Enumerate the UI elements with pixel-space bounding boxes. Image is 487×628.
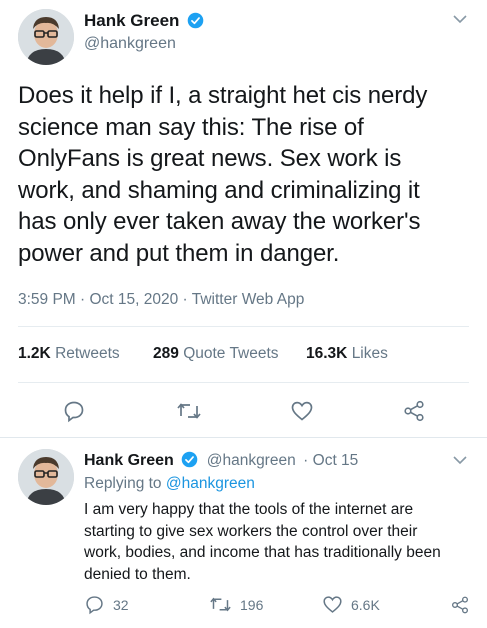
author-avatar[interactable] — [18, 9, 74, 65]
divider — [18, 382, 469, 383]
likes-count: 16.3K — [306, 345, 348, 362]
like-icon[interactable] — [290, 399, 314, 423]
like-icon — [323, 596, 342, 613]
reply-text-line: I am very happy that the tools of the in… — [84, 501, 414, 518]
tweet-text: Does it help if I, a straight het cis ne… — [18, 80, 478, 269]
reply-icon[interactable] — [62, 399, 86, 423]
reply-header: Hank Green @hankgreen · Oct 15 — [84, 451, 358, 470]
tweet-text-line: science man say this: The rise of — [18, 113, 364, 141]
tweet-timestamp[interactable]: 3:59 PM · Oct 15, 2020 · Twitter Web App — [18, 291, 304, 309]
quote-tweets-stat[interactable]: 289 Quote Tweets — [153, 345, 279, 363]
likes-label: Likes — [351, 345, 388, 362]
verified-badge-icon — [187, 12, 204, 29]
divider — [0, 437, 487, 438]
like-count: 6.6K — [351, 596, 380, 613]
author-name-row[interactable]: Hank Green — [84, 11, 204, 31]
likes-stat[interactable]: 16.3K Likes — [306, 345, 388, 363]
retweet-action[interactable]: 196 — [209, 594, 263, 615]
retweet-count: 196 — [240, 596, 264, 613]
verified-badge-icon — [181, 451, 198, 468]
tweet-text-line: power and put them in danger. — [18, 239, 340, 267]
replying-to-label: Replying to — [84, 475, 162, 492]
retweet-icon[interactable] — [176, 399, 202, 423]
quotes-label: Quote Tweets — [183, 345, 279, 362]
share-icon[interactable] — [450, 595, 470, 615]
share-icon[interactable] — [402, 399, 426, 423]
reply-action[interactable]: 32 — [84, 594, 129, 615]
tweet-text-line: OnlyFans is great news. Sex work is — [18, 145, 402, 172]
reply-author-avatar[interactable] — [18, 449, 74, 505]
retweets-count: 1.2K — [18, 345, 51, 362]
retweets-stat[interactable]: 1.2K Retweets — [18, 345, 120, 363]
divider — [18, 326, 469, 327]
reply-icon — [86, 596, 103, 615]
tweet-text-line: has only ever taken away the worker's — [18, 208, 421, 235]
like-action[interactable]: 6.6K — [322, 594, 380, 615]
tweet-text-line: Does it help if I, a straight het cis ne… — [18, 82, 428, 109]
reply-text: I am very happy that the tools of the in… — [84, 499, 479, 585]
chevron-down-icon[interactable] — [452, 13, 468, 25]
chevron-down-icon[interactable] — [452, 454, 468, 466]
replying-to: Replying to @hankgreen — [84, 475, 255, 493]
reply-text-line: denied to them. — [84, 565, 191, 583]
tweet-text-line: work, and shaming and criminalizing it — [18, 176, 420, 204]
reply-date[interactable]: · Oct 15 — [303, 452, 358, 469]
reply-text-line: starting to give sex workers the control… — [84, 522, 418, 540]
reply-text-line: work, bodies, and income that has tradit… — [84, 544, 441, 561]
replying-to-handle-link[interactable]: @hankgreen — [166, 475, 255, 492]
author-handle[interactable]: @hankgreen — [84, 35, 176, 53]
retweet-icon — [210, 597, 231, 612]
reply-author-handle[interactable]: @hankgreen — [207, 452, 296, 469]
reply-count: 32 — [113, 596, 129, 613]
author-name[interactable]: Hank Green — [84, 11, 179, 30]
retweets-label: Retweets — [55, 345, 120, 362]
quotes-count: 289 — [153, 345, 179, 362]
reply-author-name[interactable]: Hank Green — [84, 452, 174, 469]
